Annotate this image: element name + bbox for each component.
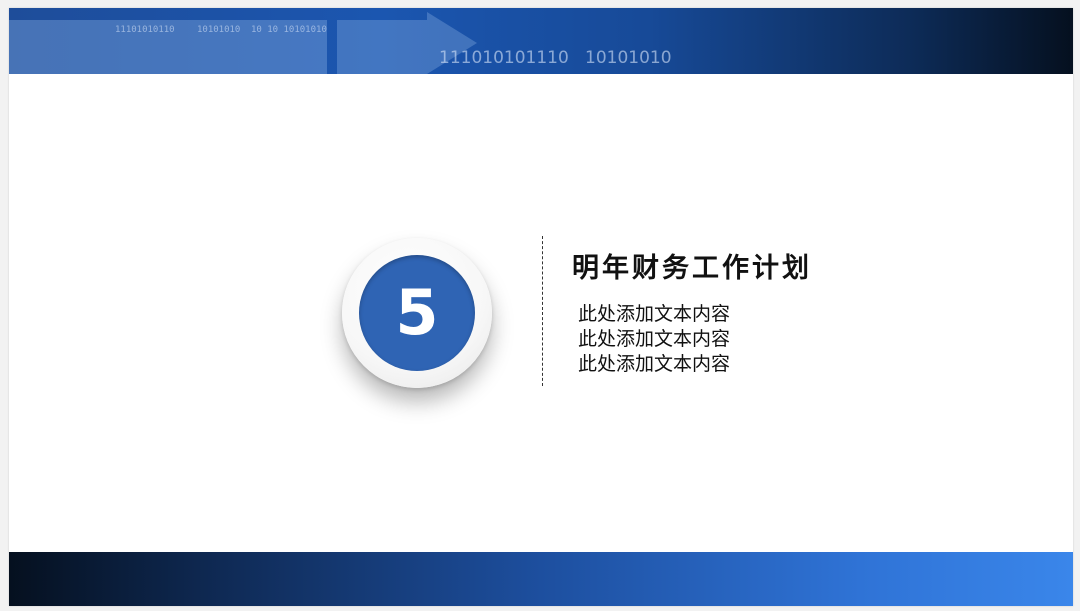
decorative-panel [337,20,427,74]
top-decorative-band: 11101010110 10101010 10 10 10101010 1110… [9,8,1073,74]
section-number: 5 [395,276,439,349]
binary-text: 10101010 [197,25,241,35]
binary-text: 111010101110 [439,48,569,68]
dashed-divider [542,236,543,386]
section-title: 明年财务工作计划 [572,253,812,284]
body-text-line: 此处添加文本内容 [578,303,731,325]
binary-text: 10101010 [585,48,672,68]
body-text-block: 此处添加文本内容 此处添加文本内容 此处添加文本内容 [578,302,730,377]
binary-text: 11101010110 [115,25,175,35]
slide: 11101010110 10101010 10 10 10101010 1110… [9,8,1073,606]
binary-text: 10 10 10101010 [251,25,327,35]
body-text-line: 此处添加文本内容 [578,353,731,375]
bottom-decorative-band [9,552,1073,606]
badge-inner-circle: 5 [359,255,475,371]
section-number-badge: 5 [342,238,492,388]
body-text-line: 此处添加文本内容 [578,328,731,350]
